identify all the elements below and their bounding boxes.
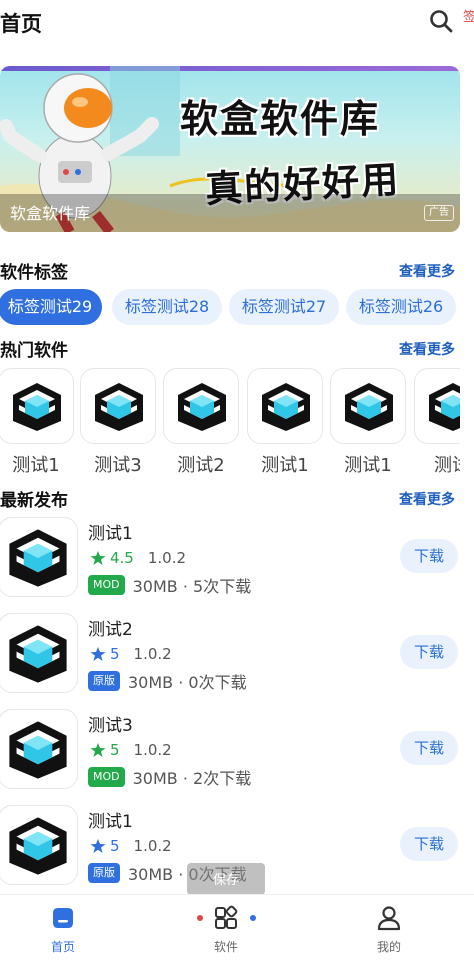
banner-caption: 软盒软件库 [10,204,91,223]
app-name: 测试2 [88,620,133,640]
download-button[interactable]: 下载 [400,539,458,573]
hot-app-name: 测试1 [261,455,309,476]
hot-app-name: 测试1 [344,455,392,476]
app-stats-row: 原版 30MB · 0次下载 [88,670,247,692]
hot-app-item[interactable]: 测试1 [330,368,406,477]
app-version: 1.0.2 [147,549,187,567]
app-type-badge: MOD [88,767,125,787]
app-icon [0,709,78,789]
hot-see-more-link[interactable]: 查看更多 [399,339,455,359]
hot-app-item[interactable]: 测试1 [247,368,323,477]
tag-chip[interactable]: 标签测试28 [112,289,222,325]
promo-banner[interactable]: 软盒软件库 真的好好用 软盒软件库 广告 [0,66,460,232]
tag-list: 标签测试29 标签测试28 标签测试27 标签测试26 [0,289,474,325]
app-type-badge: MOD [88,575,125,595]
top-bar: 首页 签 [0,0,474,44]
indicator-dot [250,915,256,921]
app-rating-row: 5 1.0.2 [90,740,172,760]
app-rating: 5 [110,741,120,759]
hot-app-name: 测试3 [94,455,142,476]
tab-label: 软件 [213,940,238,954]
download-button[interactable]: 下载 [400,827,458,861]
app-type-badge: 原版 [88,671,120,691]
section-title-tags: 软件标签 [0,263,68,283]
tab-mine[interactable]: 我的 [339,895,439,960]
app-rating: 4.5 [110,549,134,567]
section-title-latest: 最新发布 [0,491,68,511]
tags-see-more-link[interactable]: 查看更多 [399,261,455,281]
app-list-item[interactable]: 测试1 4.5 1.0.2 MOD 30MB · 5次下载 下载 [0,517,474,603]
app-stats: 30MB · 2次下载 [132,769,252,788]
app-version: 1.0.2 [133,837,172,855]
tab-label: 我的 [376,940,401,954]
hot-app-name: 测试1 [12,455,60,476]
user-icon [377,906,401,931]
app-list-item[interactable]: 测试3 5 1.0.2 MOD 30MB · 2次下载 下载 [0,709,474,795]
app-stats-row: MOD 30MB · 5次下载 [88,574,251,596]
hot-app-list: 测试1 测试3 测试2 测试1 测试1 测试 [0,368,460,478]
hot-app-name: 测试 [434,455,460,476]
app-stats: 30MB · 5次下载 [132,577,252,596]
tag-chip[interactable]: 标签测试29 [0,289,102,325]
search-icon[interactable] [428,8,454,34]
section-title-hot: 热门软件 [0,341,68,361]
app-icon [163,368,239,444]
star-icon [90,551,106,565]
download-button[interactable]: 下载 [400,731,458,765]
app-icon [414,368,460,444]
app-version: 1.0.2 [133,645,172,663]
app-icon [0,805,78,885]
tag-chip[interactable]: 标签测试27 [229,289,339,325]
app-icon [247,368,323,444]
ad-badge: 广告 [424,205,454,221]
app-name: 测试3 [88,716,133,736]
app-stats: 30MB · 0次下载 [128,673,247,692]
page-title: 首页 [0,12,42,36]
download-button[interactable]: 下载 [400,635,458,669]
bottom-tab-bar: 首页 软件 我的 [0,894,474,960]
toast-message: 保存 [187,863,265,895]
tab-home[interactable]: 首页 [13,895,113,960]
tag-chip[interactable]: 标签测试26 [346,289,456,325]
app-type-badge: 原版 [88,863,120,883]
star-icon [90,839,106,853]
app-rating: 5 [110,837,120,855]
hot-app-item[interactable]: 测试1 [0,368,74,477]
app-version: 1.0.2 [133,741,172,759]
app-icon [0,368,74,444]
hot-app-item[interactable]: 测试2 [163,368,239,477]
app-rating: 5 [110,645,120,663]
tab-label: 首页 [50,940,75,954]
home-icon [53,908,73,928]
app-rating-row: 4.5 1.0.2 [90,548,186,568]
app-list-item[interactable]: 测试2 5 1.0.2 原版 30MB · 0次下载 下载 [0,613,474,699]
latest-see-more-link[interactable]: 查看更多 [399,489,455,509]
app-icon [80,368,156,444]
star-icon [90,743,106,757]
app-name: 测试1 [88,812,133,832]
tab-software[interactable]: 软件 [176,895,276,960]
checkin-edge-label[interactable]: 签 [463,6,474,25]
banner-headline-1: 软盒软件库 [180,97,381,141]
star-icon [90,647,106,661]
app-stats-row: MOD 30MB · 2次下载 [88,766,251,788]
hot-app-item[interactable]: 测试3 [80,368,156,477]
app-icon [0,517,78,597]
app-name: 测试1 [88,524,133,544]
hot-app-name: 测试2 [177,455,225,476]
indicator-dot [197,915,203,921]
app-rating-row: 5 1.0.2 [90,836,172,856]
app-icon [0,613,78,693]
hot-app-item[interactable]: 测试 [414,368,460,477]
app-rating-row: 5 1.0.2 [90,644,172,664]
app-icon [330,368,406,444]
apps-grid-icon [215,905,238,929]
